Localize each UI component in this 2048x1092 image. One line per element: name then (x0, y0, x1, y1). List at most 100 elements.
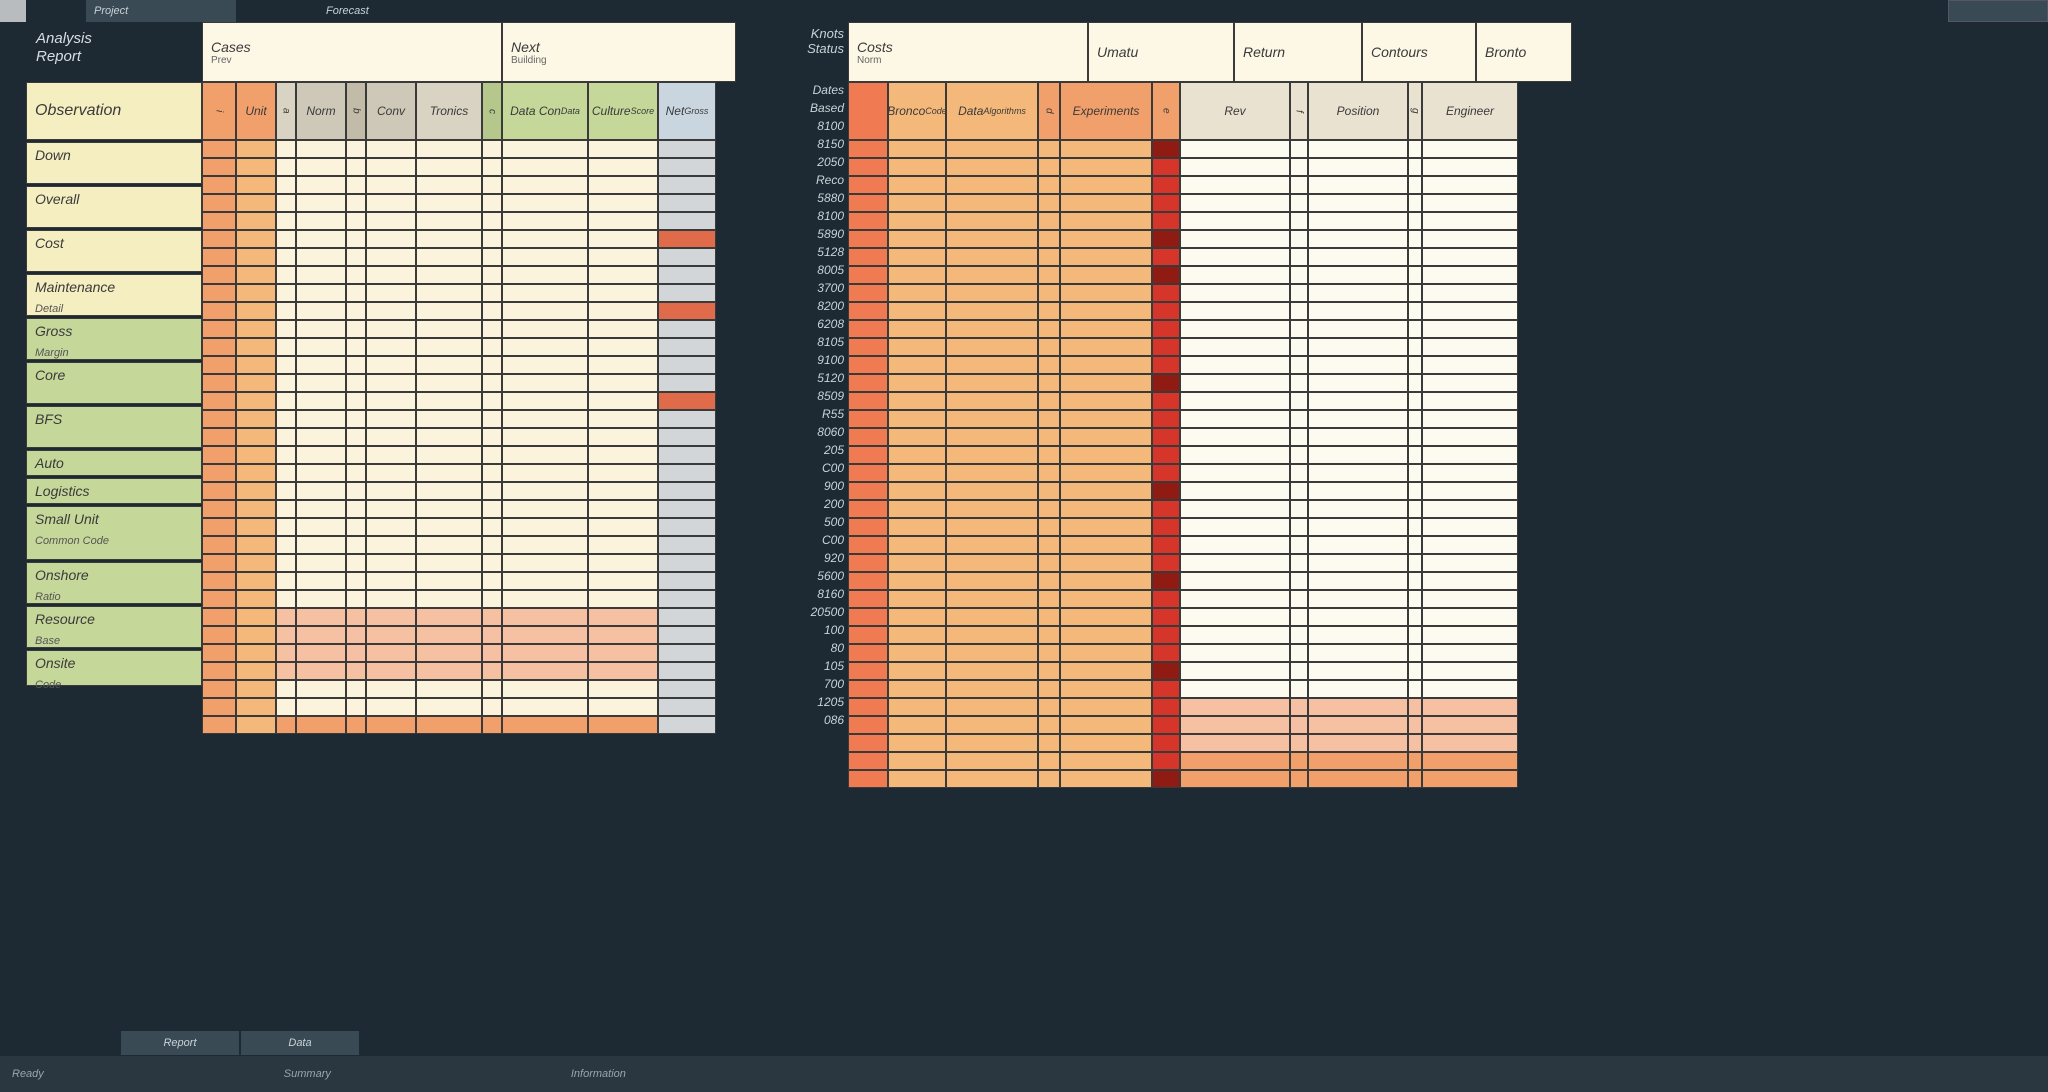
gp-left-cell-14-7[interactable] (482, 392, 502, 410)
gp-left-cell-17-2[interactable] (276, 446, 296, 464)
gp-left-cell-9-1[interactable] (236, 302, 276, 320)
gp-right-cell-22-3[interactable] (1038, 536, 1060, 554)
gp-right-cell-4-10[interactable] (1422, 212, 1518, 230)
gp-right-cell-4-6[interactable] (1180, 212, 1290, 230)
gp-right-cell-0-3[interactable] (1038, 140, 1060, 158)
gp-right-cell-18-10[interactable] (1422, 464, 1518, 482)
gp-right-cell-25-2[interactable] (946, 590, 1038, 608)
gp-right-group-2[interactable]: Return (1234, 22, 1362, 82)
gp-right-cell-32-3[interactable] (1038, 716, 1060, 734)
gp-right-cell-0-2[interactable] (946, 140, 1038, 158)
gp-right-cell-0-9[interactable] (1408, 140, 1422, 158)
gp-right-cell-12-5[interactable] (1152, 356, 1180, 374)
gp-right-cell-9-10[interactable] (1422, 302, 1518, 320)
gp-right-cell-5-5[interactable] (1152, 230, 1180, 248)
gp-right-cell-4-3[interactable] (1038, 212, 1060, 230)
gp-right-cell-13-0[interactable] (848, 374, 888, 392)
gp-right-cell-17-0[interactable] (848, 446, 888, 464)
row-label-2[interactable]: Cost (26, 230, 202, 272)
gp-right-cell-27-1[interactable] (888, 626, 946, 644)
gp-left-cell-28-1[interactable] (236, 644, 276, 662)
gp-right-cell-14-10[interactable] (1422, 392, 1518, 410)
gp-right-cell-15-8[interactable] (1308, 410, 1408, 428)
gp-left-cell-6-0[interactable] (202, 248, 236, 266)
gp-left-cell-32-1[interactable] (236, 716, 276, 734)
gp-left-cell-1-4[interactable] (346, 158, 366, 176)
gp-left-cell-23-8[interactable] (502, 554, 588, 572)
gp-left-cell-7-7[interactable] (482, 266, 502, 284)
gp-left-cell-27-9[interactable] (588, 626, 658, 644)
gp-left-cell-19-0[interactable] (202, 482, 236, 500)
gp-right-cell-8-8[interactable] (1308, 284, 1408, 302)
gp-right-cell-33-4[interactable] (1060, 734, 1152, 752)
gp-left-cell-30-1[interactable] (236, 680, 276, 698)
gp-right-cell-35-1[interactable] (888, 770, 946, 788)
gp-right-cell-19-7[interactable] (1290, 482, 1308, 500)
gp-right-cell-22-0[interactable] (848, 536, 888, 554)
gp-right-cell-19-1[interactable] (888, 482, 946, 500)
gp-left-cell-25-6[interactable] (416, 590, 482, 608)
gp-left-col-4[interactable]: b (346, 82, 366, 140)
gp-right-cell-31-0[interactable] (848, 698, 888, 716)
gp-left-cell-26-6[interactable] (416, 608, 482, 626)
gp-left-cell-0-10[interactable] (658, 140, 716, 158)
gp-left-cell-24-6[interactable] (416, 572, 482, 590)
gp-left-cell-3-2[interactable] (276, 194, 296, 212)
gp-left-cell-1-1[interactable] (236, 158, 276, 176)
gp-right-cell-13-9[interactable] (1408, 374, 1422, 392)
gp-right-cell-16-5[interactable] (1152, 428, 1180, 446)
gp-left-cell-24-5[interactable] (366, 572, 416, 590)
gp-right-cell-13-7[interactable] (1290, 374, 1308, 392)
gp-right-cell-34-0[interactable] (848, 752, 888, 770)
gp-right-cell-8-7[interactable] (1290, 284, 1308, 302)
gp-left-cell-0-8[interactable] (502, 140, 588, 158)
gp-left-cell-20-2[interactable] (276, 500, 296, 518)
gp-right-cell-24-4[interactable] (1060, 572, 1152, 590)
gp-left-cell-18-0[interactable] (202, 464, 236, 482)
gp-right-cell-5-0[interactable] (848, 230, 888, 248)
gp-left-cell-15-1[interactable] (236, 410, 276, 428)
gp-right-cell-27-6[interactable] (1180, 626, 1290, 644)
gp-left-cell-1-3[interactable] (296, 158, 346, 176)
gp-left-cell-18-3[interactable] (296, 464, 346, 482)
gp-right-cell-16-1[interactable] (888, 428, 946, 446)
gp-right-cell-18-1[interactable] (888, 464, 946, 482)
gp-left-cell-14-3[interactable] (296, 392, 346, 410)
gp-left-cell-25-1[interactable] (236, 590, 276, 608)
gp-left-cell-16-5[interactable] (366, 428, 416, 446)
gp-right-cell-29-7[interactable] (1290, 662, 1308, 680)
gp-left-cell-25-10[interactable] (658, 590, 716, 608)
gp-left-cell-17-4[interactable] (346, 446, 366, 464)
gp-right-cell-24-6[interactable] (1180, 572, 1290, 590)
gp-left-cell-32-4[interactable] (346, 716, 366, 734)
gp-right-cell-25-0[interactable] (848, 590, 888, 608)
gp-right-cell-12-9[interactable] (1408, 356, 1422, 374)
gp-left-cell-28-7[interactable] (482, 644, 502, 662)
gp-right-cell-21-3[interactable] (1038, 518, 1060, 536)
gp-left-cell-4-9[interactable] (588, 212, 658, 230)
gp-left-cell-11-8[interactable] (502, 338, 588, 356)
gp-left-cell-17-10[interactable] (658, 446, 716, 464)
gp-left-cell-31-8[interactable] (502, 698, 588, 716)
gp-left-cell-30-5[interactable] (366, 680, 416, 698)
gp-left-cell-31-5[interactable] (366, 698, 416, 716)
gp-left-cell-31-9[interactable] (588, 698, 658, 716)
gp-left-cell-20-6[interactable] (416, 500, 482, 518)
gp-right-cell-21-0[interactable] (848, 518, 888, 536)
gp-left-cell-15-6[interactable] (416, 410, 482, 428)
gp-right-cell-6-8[interactable] (1308, 248, 1408, 266)
gp-right-cell-20-3[interactable] (1038, 500, 1060, 518)
gp-left-cell-32-6[interactable] (416, 716, 482, 734)
gp-right-cell-20-8[interactable] (1308, 500, 1408, 518)
gp-right-cell-35-2[interactable] (946, 770, 1038, 788)
gp-left-cell-6-7[interactable] (482, 248, 502, 266)
top-right-box[interactable] (1948, 0, 2048, 22)
gp-left-cell-31-4[interactable] (346, 698, 366, 716)
gp-right-cell-19-5[interactable] (1152, 482, 1180, 500)
gp-right-col-7[interactable]: f (1290, 82, 1308, 140)
row-label-3[interactable]: MaintenanceDetail (26, 274, 202, 316)
gp-right-cell-4-4[interactable] (1060, 212, 1152, 230)
gp-right-cell-17-6[interactable] (1180, 446, 1290, 464)
gp-left-cell-24-10[interactable] (658, 572, 716, 590)
gp-right-cell-29-4[interactable] (1060, 662, 1152, 680)
